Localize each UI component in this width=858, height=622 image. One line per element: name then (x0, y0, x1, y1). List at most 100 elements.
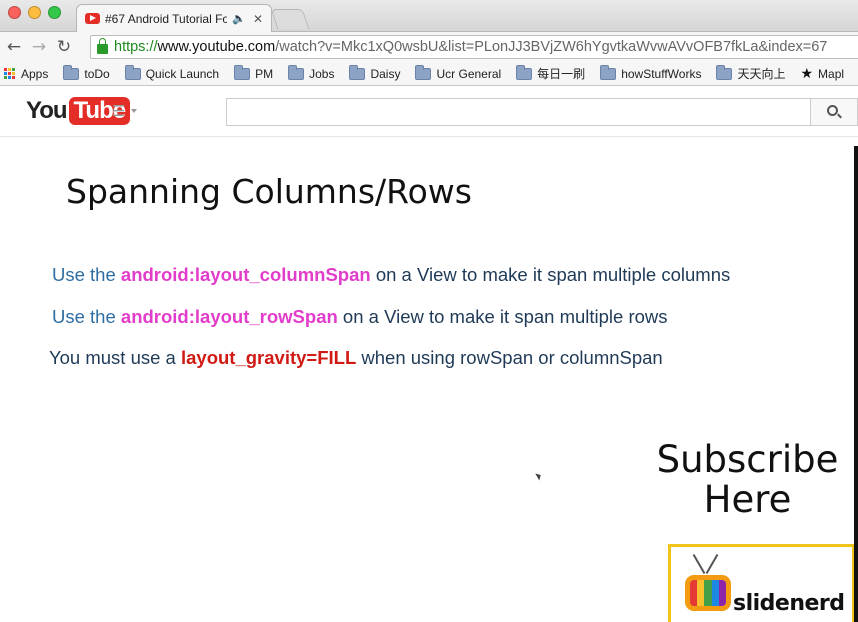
bookmark-folder[interactable]: PM (234, 64, 274, 81)
bookmark-label: 每日一刷 (537, 67, 586, 81)
search-input[interactable] (226, 98, 811, 126)
line-text: You must use a (49, 347, 181, 368)
apps-dot (4, 71, 7, 75)
apps-dot (12, 67, 15, 71)
bookmark-label: Mapl (818, 66, 845, 81)
tv-stripe (711, 580, 719, 606)
close-window-button[interactable] (8, 6, 21, 19)
back-button[interactable]: ← (3, 36, 25, 58)
logo-you-text: You (26, 97, 68, 124)
folder-icon (600, 64, 617, 80)
speaker-icon[interactable]: 🔈 (232, 12, 246, 25)
slidenerd-brand[interactable]: slidenerd (668, 544, 855, 622)
tv-icon (685, 575, 731, 611)
slide-line-gravity: You must use a layout_gravity=FILL when … (49, 347, 663, 369)
subscribe-line: Here (703, 478, 792, 521)
apps-dot (4, 76, 7, 80)
search-icon (827, 105, 838, 116)
line-text: on a View to make it span multiple rows (337, 306, 668, 327)
line-text: Use the (52, 264, 121, 285)
folder-icon (415, 64, 432, 80)
bookmark-apps[interactable]: Apps (4, 67, 48, 81)
subscribe-line: Subscribe (656, 438, 839, 481)
url-scheme: https:// (114, 39, 158, 55)
slide-line-row-span: Use the android:layout_rowSpan on a View… (52, 306, 668, 328)
tv-stripe (718, 580, 726, 606)
new-tab-button[interactable] (270, 9, 310, 29)
bookmark-folder[interactable]: 天天向上 (716, 64, 786, 82)
url-path: /watch?v=Mkc1xQ0wsbU&list=PLonJJ3BVjZW6h… (275, 39, 828, 55)
tv-stripe (690, 580, 698, 606)
address-bar[interactable]: https://www.youtube.com/watch?v=Mkc1xQ0w… (90, 35, 858, 59)
apps-grid-icon (4, 67, 16, 80)
bookmark-label: Quick Launch (145, 66, 220, 81)
tab-close-icon[interactable]: ✕ (253, 12, 263, 26)
minimize-window-button[interactable] (28, 6, 41, 19)
bookmark-folder[interactable]: howStuffWorks (600, 64, 702, 81)
bookmark-maple[interactable]: ★ Mapl (800, 65, 844, 82)
apps-dot (12, 76, 15, 80)
line-text: when using rowSpan or columnSpan (356, 347, 663, 368)
mouse-cursor-icon (535, 471, 543, 481)
apps-dot (4, 67, 7, 71)
bookmark-folder[interactable]: Daisy (349, 64, 401, 81)
bookmark-folder[interactable]: Jobs (288, 64, 335, 81)
apps-dot (8, 71, 11, 75)
bookmark-folder-list: toDo Quick Launch PM Jobs Daisy Ucr General 每日… (63, 64, 800, 82)
guide-menu-icon[interactable]: ☰ (112, 102, 125, 120)
folder-icon (234, 64, 251, 80)
search-button[interactable] (810, 98, 858, 126)
tv-antenna (705, 553, 719, 575)
video-edge (854, 146, 858, 622)
zoom-window-button[interactable] (48, 6, 61, 19)
forward-button[interactable]: → (28, 36, 50, 58)
folder-icon (124, 64, 141, 80)
slide-title: Spanning Columns/Rows (66, 172, 472, 211)
bookmark-label: Ucr General (436, 66, 502, 81)
line-text: Use the (52, 306, 121, 327)
bookmark-label: howStuffWorks (621, 66, 702, 81)
bookmark-label: PM (255, 66, 274, 81)
tv-stripe (704, 580, 712, 606)
tv-screen (690, 580, 726, 606)
navigation-bar: ← → ↻ https://www.youtube.com/watch?v=Mk… (0, 32, 858, 62)
bookmark-label: Daisy (370, 66, 401, 81)
folder-icon (716, 64, 733, 80)
window-titlebar: #67 Android Tutorial Fo 🔈 ✕ (0, 0, 858, 32)
bookmark-folder[interactable]: Ucr General (415, 64, 502, 81)
bookmark-folder[interactable]: Quick Launch (124, 64, 220, 81)
bookmark-label: toDo (84, 66, 110, 81)
folder-icon (288, 64, 305, 80)
apps-dot (12, 71, 15, 75)
slide-line-column-span: Use the android:layout_columnSpan on a V… (52, 264, 730, 286)
line-text: on a View to make it span multiple colum… (370, 264, 731, 285)
tv-antenna (692, 553, 706, 575)
folder-icon (516, 64, 533, 80)
line-keyword: layout_gravity=FILL (180, 347, 357, 368)
apps-dot (8, 67, 11, 71)
browser-tab-active[interactable]: #67 Android Tutorial Fo 🔈 ✕ (76, 4, 272, 32)
folder-icon (349, 64, 366, 80)
lock-icon (97, 38, 108, 54)
guide-caret-icon[interactable] (131, 109, 137, 113)
video-player[interactable]: Spanning Columns/Rows Use the android:la… (0, 146, 858, 622)
url-host: www.youtube.com (157, 39, 276, 55)
bookmark-label: 天天向上 (737, 67, 786, 81)
line-keyword: android:layout_columnSpan (120, 264, 371, 285)
subscribe-callout[interactable]: Subscribe Here (645, 440, 850, 520)
apps-dot (8, 76, 11, 80)
star-icon: ★ (800, 65, 814, 81)
bookmark-folder[interactable]: toDo (63, 64, 110, 81)
youtube-favicon-icon (85, 13, 100, 24)
reload-button[interactable]: ↻ (53, 36, 75, 58)
brand-name: slidenerd (733, 591, 845, 616)
bookmark-label: Apps (21, 66, 49, 81)
bookmarks-bar: Apps toDo Quick Launch PM Jobs Daisy Ucr Gene… (0, 62, 858, 86)
youtube-header: You Tube ☰ (0, 87, 858, 137)
bookmark-folder[interactable]: 每日一刷 (516, 64, 586, 82)
tab-title: #67 Android Tutorial Fo (105, 11, 228, 26)
line-keyword: android:layout_rowSpan (120, 306, 338, 327)
bookmark-label: Jobs (309, 66, 335, 81)
url-text: https://www.youtube.com/watch?v=Mkc1xQ0w… (114, 39, 827, 55)
tv-stripe (697, 580, 705, 606)
